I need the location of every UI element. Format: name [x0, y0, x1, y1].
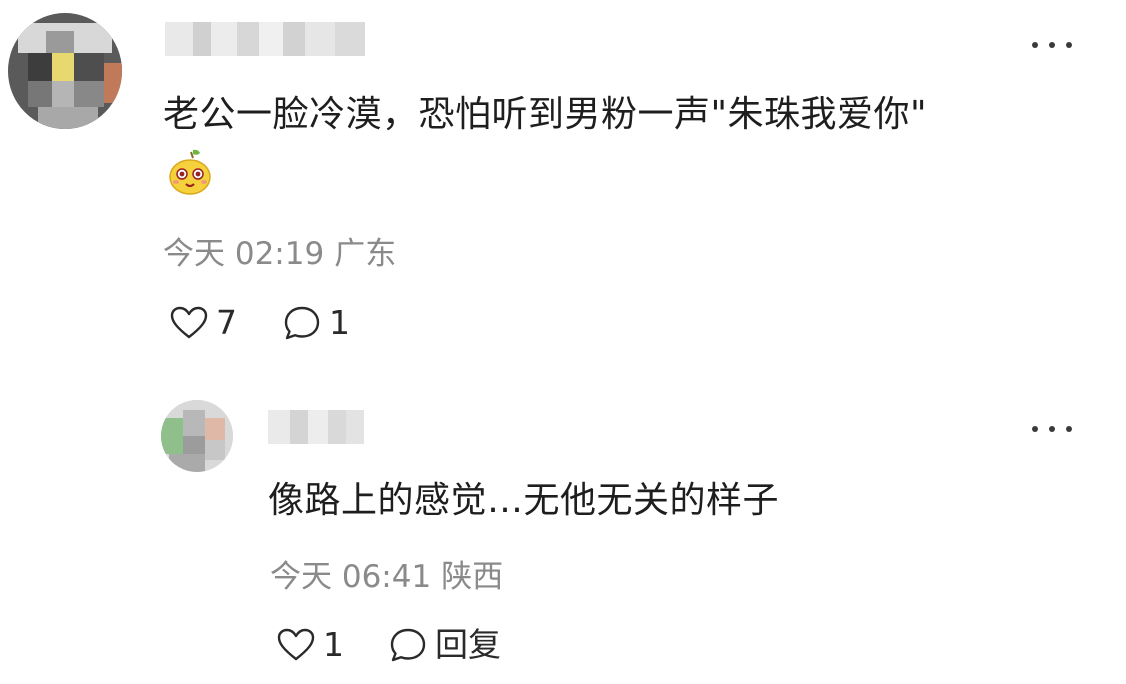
reply-button-label: 回复 — [435, 625, 501, 664]
reply-like-button[interactable]: 1 — [277, 627, 344, 663]
commenter-avatar[interactable] — [8, 13, 122, 129]
dot-icon — [1049, 42, 1055, 48]
reply-location: 陕西 — [441, 559, 504, 595]
reply-time: 今天 06:41 — [270, 559, 432, 595]
comment-text: 老公一脸冷漠，恐怕听到男粉一声"朱珠我爱你" — [163, 94, 928, 135]
smiling-face-emoji-icon — [167, 147, 213, 195]
heart-icon — [170, 306, 208, 339]
reply-meta: 今天 06:41 陕西 — [270, 560, 503, 594]
comment-bubble-icon — [284, 306, 320, 340]
heart-icon — [277, 628, 315, 661]
dot-icon — [1032, 42, 1038, 48]
reply-more-options-button[interactable] — [1032, 419, 1072, 439]
comment-thread: 老公一脸冷漠，恐怕听到男粉一声"朱珠我爱你" 今天 02:19 广东 7 1 像… — [0, 0, 1126, 684]
dot-icon — [1049, 426, 1055, 432]
comment-location: 广东 — [334, 236, 397, 272]
like-count: 7 — [216, 303, 237, 342]
dot-icon — [1066, 42, 1072, 48]
reply-count-button[interactable]: 1 — [283, 305, 350, 341]
comment-meta: 今天 02:19 广东 — [163, 237, 396, 271]
reply-like-count: 1 — [323, 625, 344, 664]
commenter-name-blurred[interactable] — [165, 22, 365, 56]
comment-bubble-icon — [390, 628, 426, 662]
replier-name-blurred[interactable] — [268, 410, 364, 444]
reply-count: 1 — [329, 303, 350, 342]
reply-text: 像路上的感觉…无他无关的样子 — [268, 480, 780, 521]
dot-icon — [1032, 426, 1038, 432]
comment-time: 今天 02:19 — [163, 236, 325, 272]
more-options-button[interactable] — [1032, 35, 1072, 55]
replier-avatar[interactable] — [161, 400, 233, 472]
reply-button[interactable]: 回复 — [389, 627, 501, 663]
dot-icon — [1066, 426, 1072, 432]
like-button[interactable]: 7 — [170, 305, 237, 341]
